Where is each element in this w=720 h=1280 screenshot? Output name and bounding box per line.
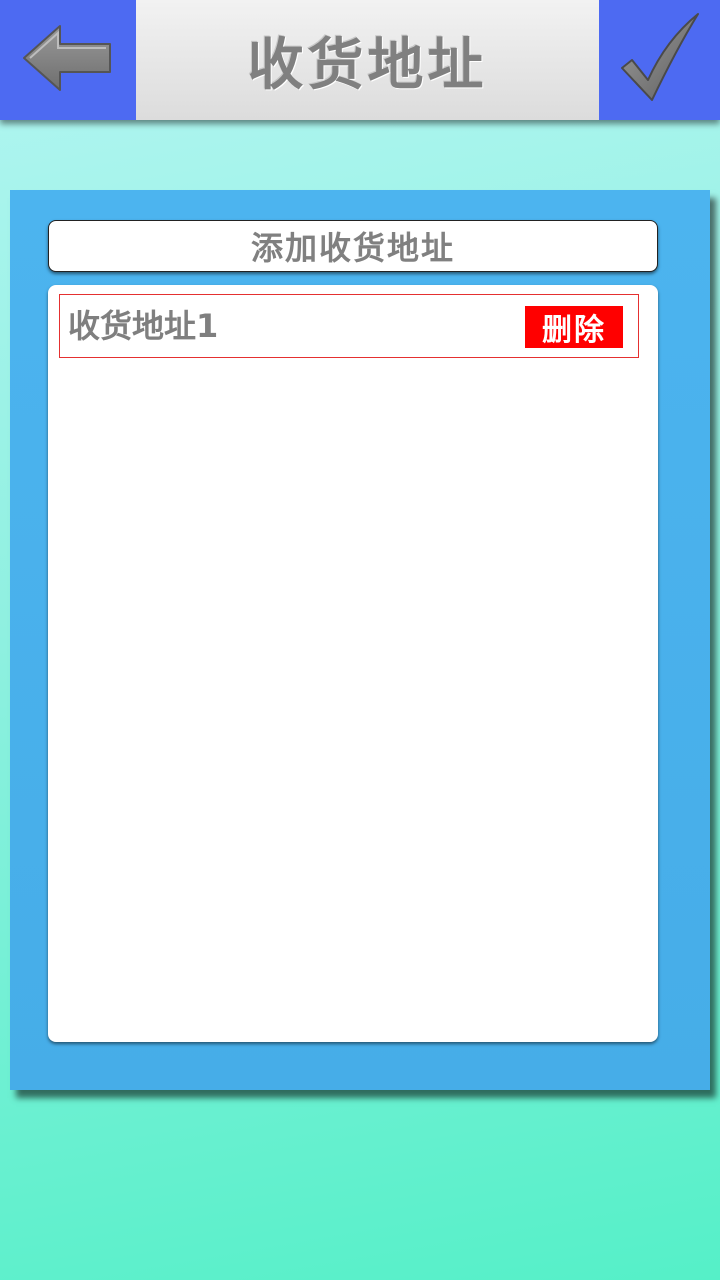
top-bar: 收货地址 xyxy=(0,0,720,120)
confirm-button[interactable] xyxy=(599,0,720,120)
title-area: 收货地址 xyxy=(136,0,599,120)
delete-button[interactable]: 删除 xyxy=(525,306,623,348)
list-item[interactable]: 收货地址1 删除 xyxy=(59,294,639,358)
add-address-button[interactable]: 添加收货地址 xyxy=(48,220,658,272)
checkmark-icon xyxy=(618,10,702,110)
back-button[interactable] xyxy=(0,0,136,120)
back-arrow-icon xyxy=(20,18,116,102)
address-list[interactable]: 收货地址1 删除 xyxy=(48,285,658,1042)
address-label: 收货地址1 xyxy=(68,307,219,345)
address-panel: 添加收货地址 收货地址1 删除 xyxy=(10,190,710,1090)
page-title: 收货地址 xyxy=(247,32,488,98)
add-address-label: 添加收货地址 xyxy=(250,229,455,267)
